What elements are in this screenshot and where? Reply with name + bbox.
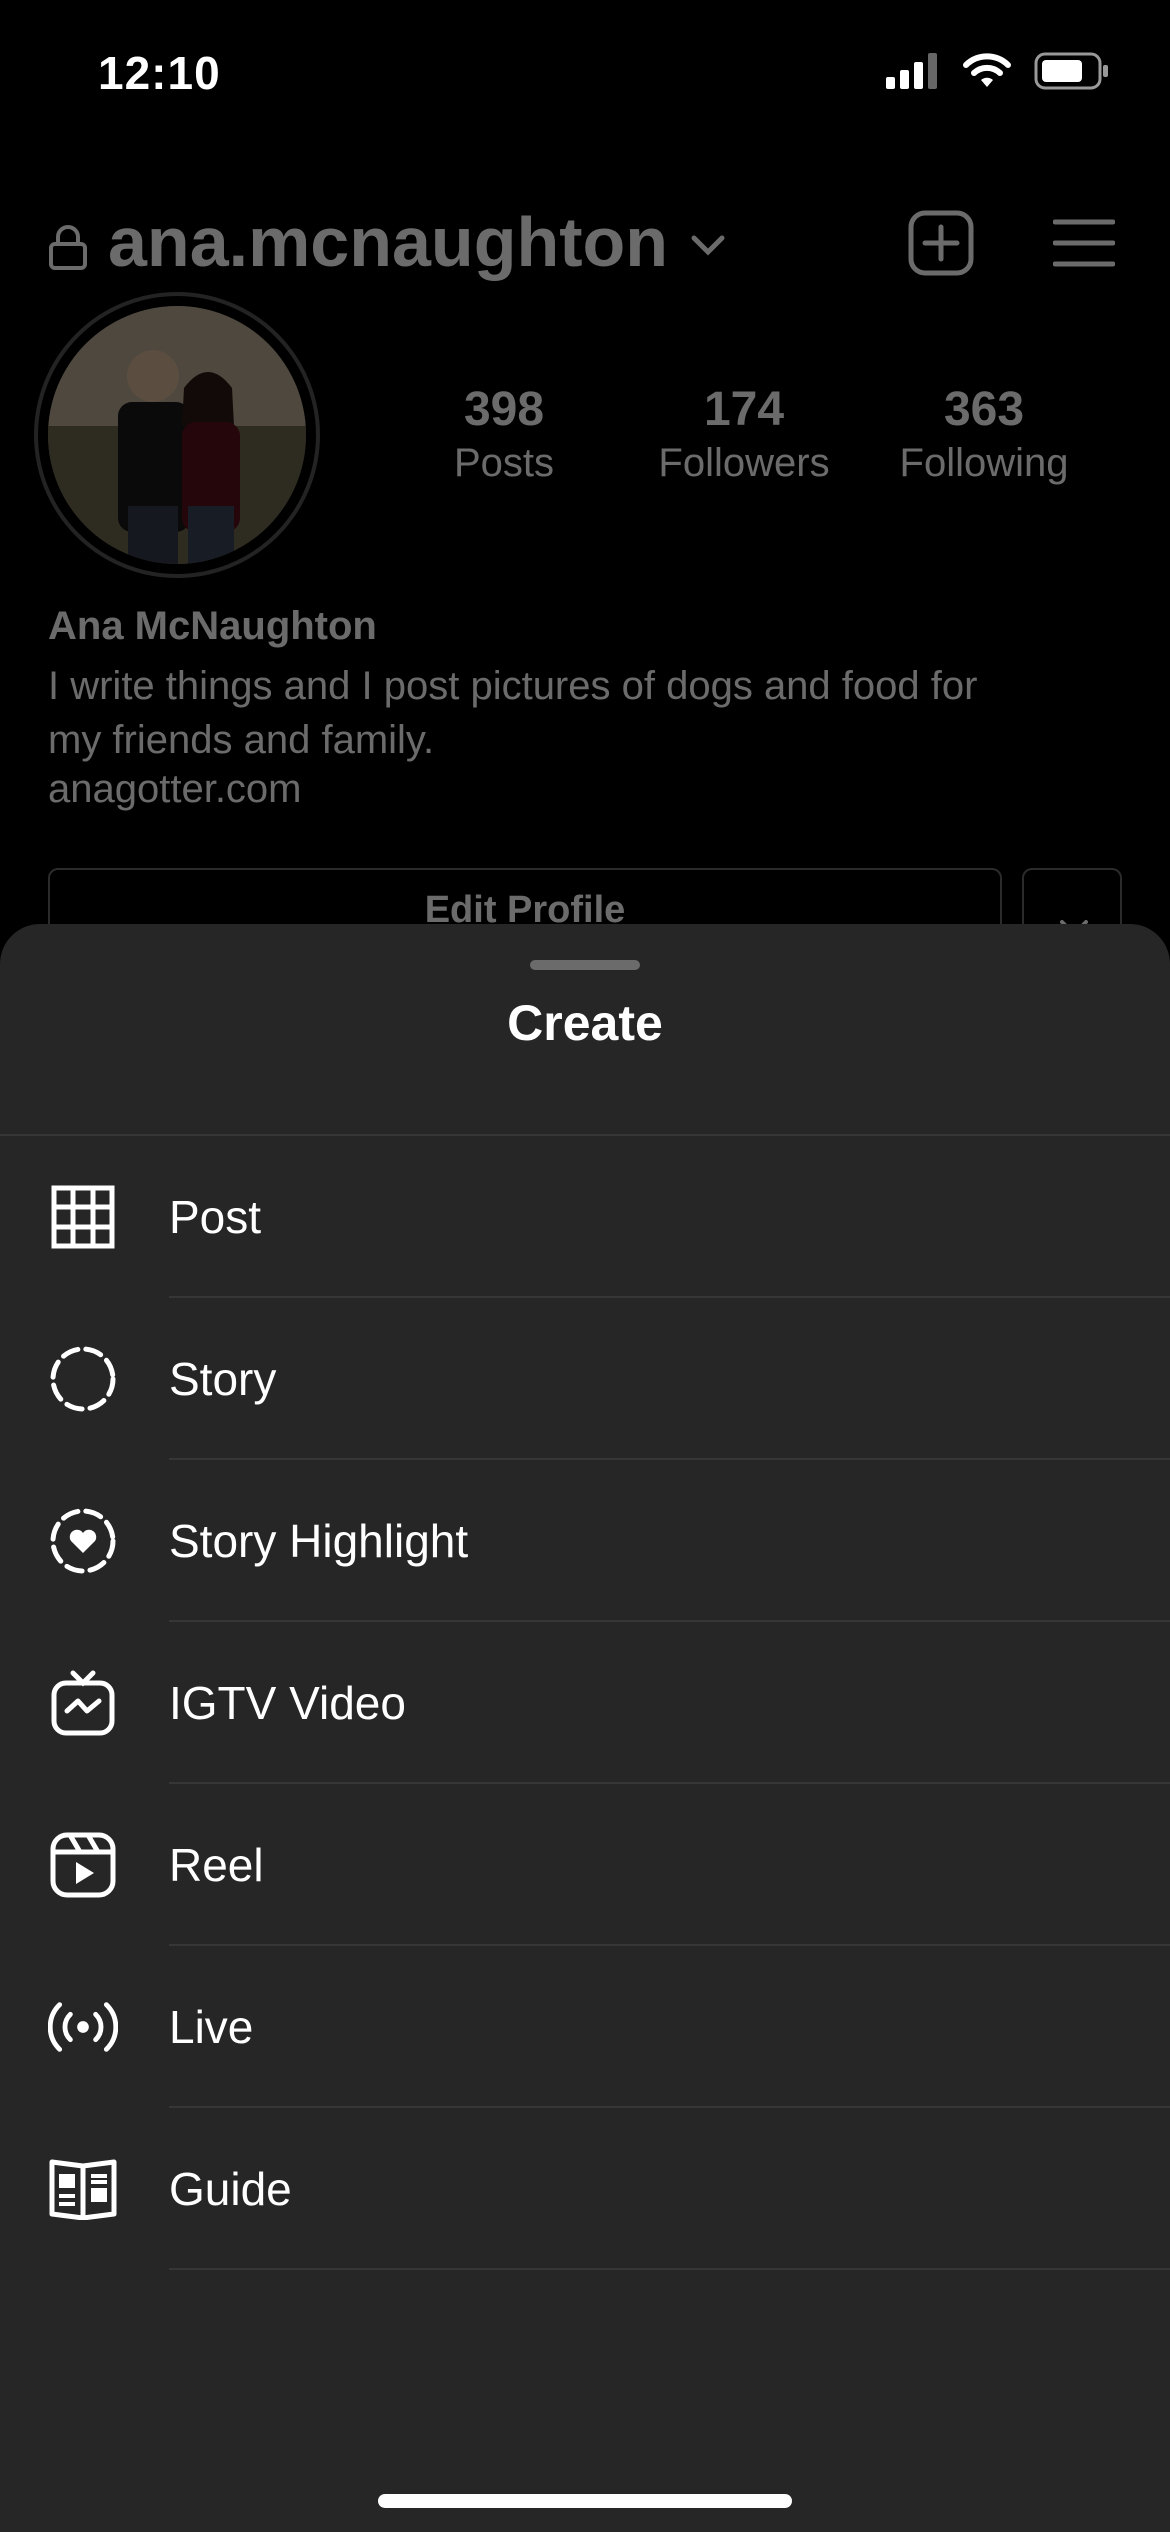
bio-line-2: my friends and family.	[48, 718, 435, 762]
profile-website[interactable]: anagotter.com	[48, 767, 1128, 812]
bio-text: I write things and I post pictures of do…	[48, 659, 1128, 767]
create-guide-item[interactable]: Guide	[0, 2108, 1170, 2270]
chevron-down-icon[interactable]	[688, 232, 728, 258]
menu-item-label: Story Highlight	[169, 1515, 469, 1567]
grid-icon	[48, 1182, 118, 1252]
profile-header: ana.mcnaughton	[48, 180, 1123, 300]
profile-name: Ana McNaughton	[48, 604, 377, 648]
followers-count: 174	[703, 383, 785, 436]
battery-icon	[1034, 52, 1108, 90]
posts-count: 398	[463, 383, 545, 436]
profile-bio: Ana McNaughton I write things and I post…	[48, 604, 1128, 812]
profile-username[interactable]: ana.mcnaughton	[108, 202, 668, 282]
menu-item-label: Post	[169, 1191, 262, 1243]
status-time: 12:10	[98, 47, 221, 99]
sheet-drag-handle[interactable]	[530, 960, 640, 970]
home-indicator[interactable]	[378, 2494, 792, 2508]
stat-posts[interactable]: 398 Posts	[384, 382, 624, 486]
avatar[interactable]	[34, 292, 320, 578]
divider	[169, 2268, 1170, 2270]
stat-following[interactable]: 363 Following	[864, 382, 1104, 486]
create-sheet: Create Post Story Story Highlight IGTV V…	[0, 924, 1170, 2532]
bio-line-1: I write things and I post pictures of do…	[48, 664, 978, 708]
new-post-icon[interactable]	[908, 210, 974, 276]
create-story-item[interactable]: Story	[0, 1298, 1170, 1460]
cellular-signal-icon	[886, 53, 937, 89]
following-label: Following	[899, 441, 1069, 485]
avatar-photo	[48, 306, 306, 564]
lock-icon	[49, 225, 87, 270]
story-icon	[48, 1344, 118, 1414]
create-igtv-item[interactable]: IGTV Video	[0, 1622, 1170, 1784]
live-icon	[48, 1992, 118, 2062]
menu-item-label: Live	[169, 2001, 254, 2053]
status-bar: 12:10	[0, 0, 1170, 150]
hamburger-menu-icon[interactable]	[1053, 218, 1115, 268]
menu-item-label: IGTV Video	[169, 1677, 406, 1729]
posts-label: Posts	[453, 441, 555, 485]
menu-item-label: Reel	[169, 1839, 264, 1891]
story-highlight-icon	[48, 1506, 118, 1576]
igtv-icon	[48, 1668, 118, 1738]
stat-followers[interactable]: 174 Followers	[624, 382, 864, 486]
following-count: 363	[943, 383, 1025, 436]
create-menu-list: Post Story Story Highlight IGTV Video Re…	[0, 1136, 1170, 2270]
wifi-icon	[963, 53, 1011, 87]
reel-icon	[48, 1830, 118, 1900]
create-reel-item[interactable]: Reel	[0, 1784, 1170, 1946]
menu-item-label: Guide	[169, 2163, 292, 2215]
guide-icon	[48, 2154, 118, 2224]
sheet-title: Create	[507, 995, 663, 1051]
menu-item-label: Story	[169, 1353, 277, 1405]
create-post-item[interactable]: Post	[0, 1136, 1170, 1298]
status-icons	[886, 52, 1110, 90]
create-live-item[interactable]: Live	[0, 1946, 1170, 2108]
followers-label: Followers	[658, 441, 830, 485]
create-story-highlight-item[interactable]: Story Highlight	[0, 1460, 1170, 1622]
